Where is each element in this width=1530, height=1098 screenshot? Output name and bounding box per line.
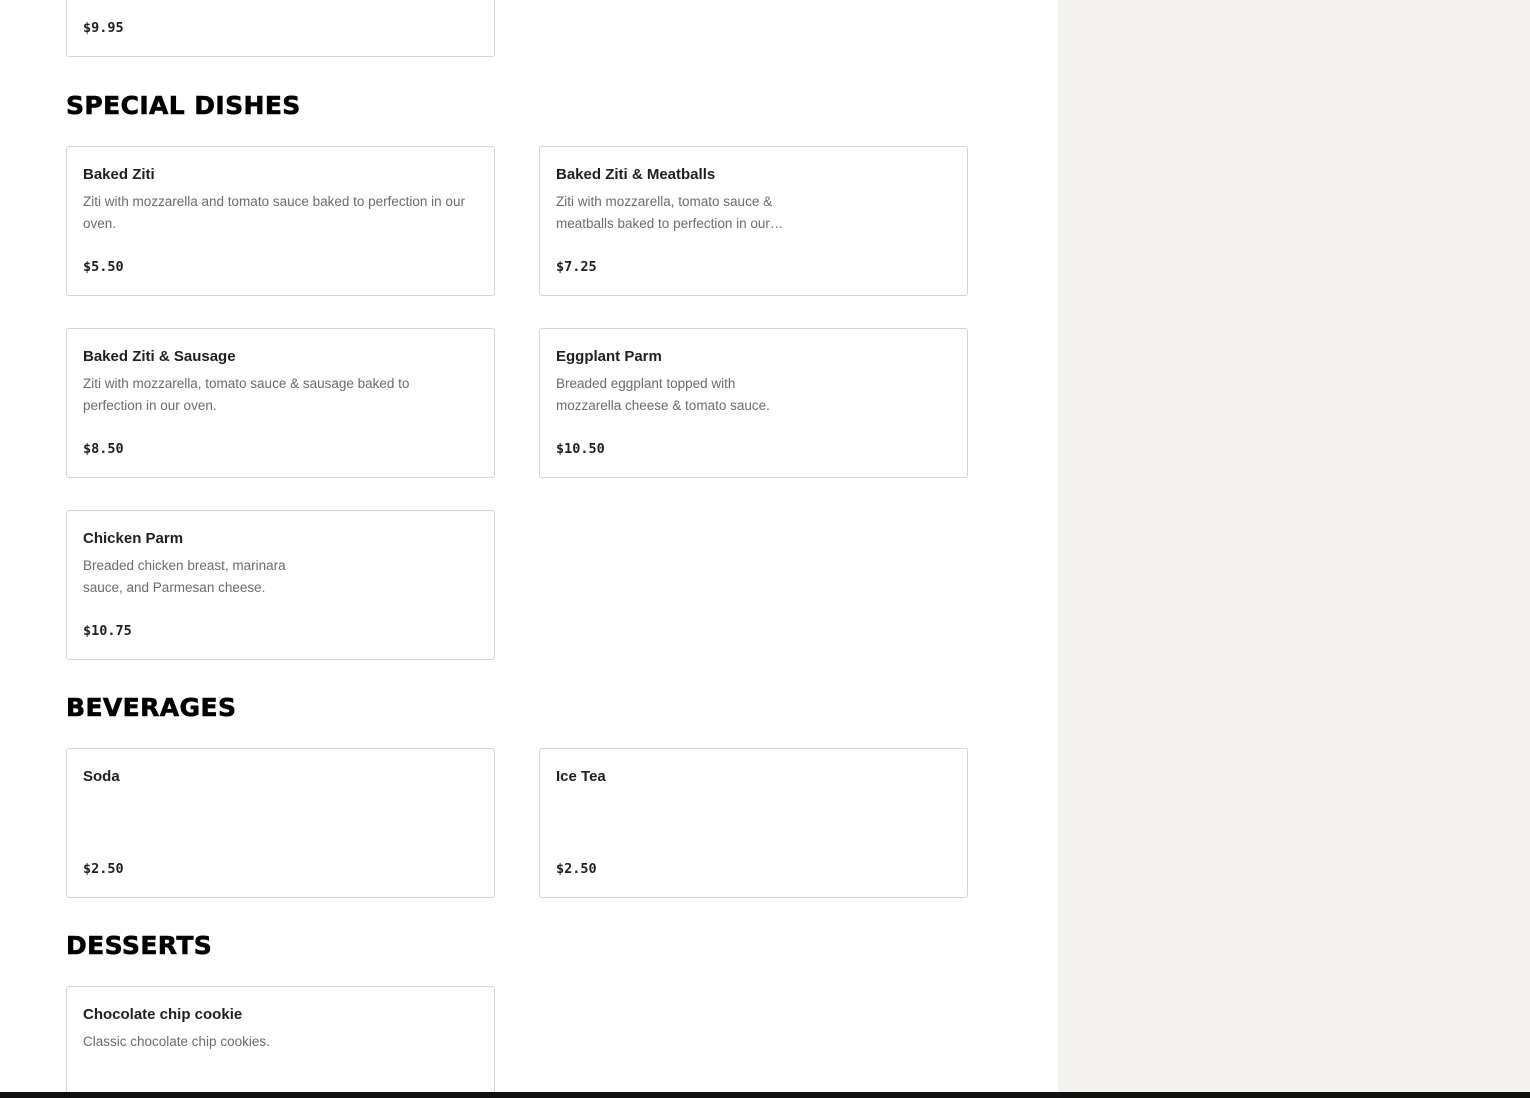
section-title-desserts: DESSERTS — [66, 931, 213, 961]
menu-item-price: $10.50 — [556, 441, 605, 457]
side-panel — [1058, 0, 1530, 1098]
menu-item-price: $9.95 — [83, 20, 124, 36]
menu-item-description: Ziti with mozzarella and tomato sauce ba… — [83, 194, 465, 231]
menu-item-card[interactable]: $9.95 — [66, 0, 495, 57]
menu-item-description: Classic chocolate chip cookies. — [83, 1034, 270, 1049]
menu-item-description: Ziti with mozzarella, tomato sauce & mea… — [556, 194, 773, 231]
menu-item-price: $5.50 — [83, 259, 124, 275]
section-title-beverages: BEVERAGES — [66, 693, 237, 723]
menu-item-description: Breaded chicken breast, marinara sauce, … — [83, 558, 286, 595]
menu-item-card[interactable]: Baked Ziti & Sausage Ziti with mozzarell… — [66, 328, 495, 478]
menu-column: $9.95 SPECIAL DISHES Baked Ziti Ziti wit… — [0, 0, 1058, 1098]
menu-item-card[interactable]: Soda $2.50 — [66, 748, 495, 898]
menu-item-price: $8.50 — [83, 441, 124, 457]
menu-item-name: Eggplant Parm — [556, 348, 662, 365]
menu-item-name: Soda — [83, 768, 120, 785]
menu-item-card[interactable]: Baked Ziti & Meatballs Ziti with mozzare… — [539, 146, 968, 296]
menu-item-name: Ice Tea — [556, 768, 606, 785]
menu-item-card[interactable]: Eggplant Parm Breaded eggplant topped wi… — [539, 328, 968, 478]
bottom-bar — [0, 1092, 1530, 1098]
menu-item-name: Chocolate chip cookie — [83, 1006, 243, 1023]
menu-item-card[interactable]: Ice Tea $2.50 — [539, 748, 968, 898]
menu-item-price: $10.75 — [83, 623, 132, 639]
menu-item-card[interactable]: Chocolate chip cookie Classic chocolate … — [66, 986, 495, 1098]
menu-item-description: Breaded eggplant topped with mozzarella … — [556, 376, 770, 413]
menu-item-card[interactable]: Chicken Parm Breaded chicken breast, mar… — [66, 510, 495, 660]
menu-item-name: Baked Ziti & Sausage — [83, 348, 236, 365]
menu-item-price: $7.25 — [556, 259, 597, 275]
menu-item-price: $2.50 — [83, 861, 124, 877]
menu-item-card[interactable]: Baked Ziti Ziti with mozzarella and toma… — [66, 146, 495, 296]
menu-item-name: Baked Ziti & Meatballs — [556, 166, 716, 183]
menu-item-price: $2.50 — [556, 861, 597, 877]
menu-item-name: Baked Ziti — [83, 166, 155, 183]
section-title-special-dishes: SPECIAL DISHES — [66, 91, 301, 121]
menu-item-description: Ziti with mozzarella, tomato sauce & sau… — [83, 376, 410, 413]
menu-item-name: Chicken Parm — [83, 530, 184, 547]
